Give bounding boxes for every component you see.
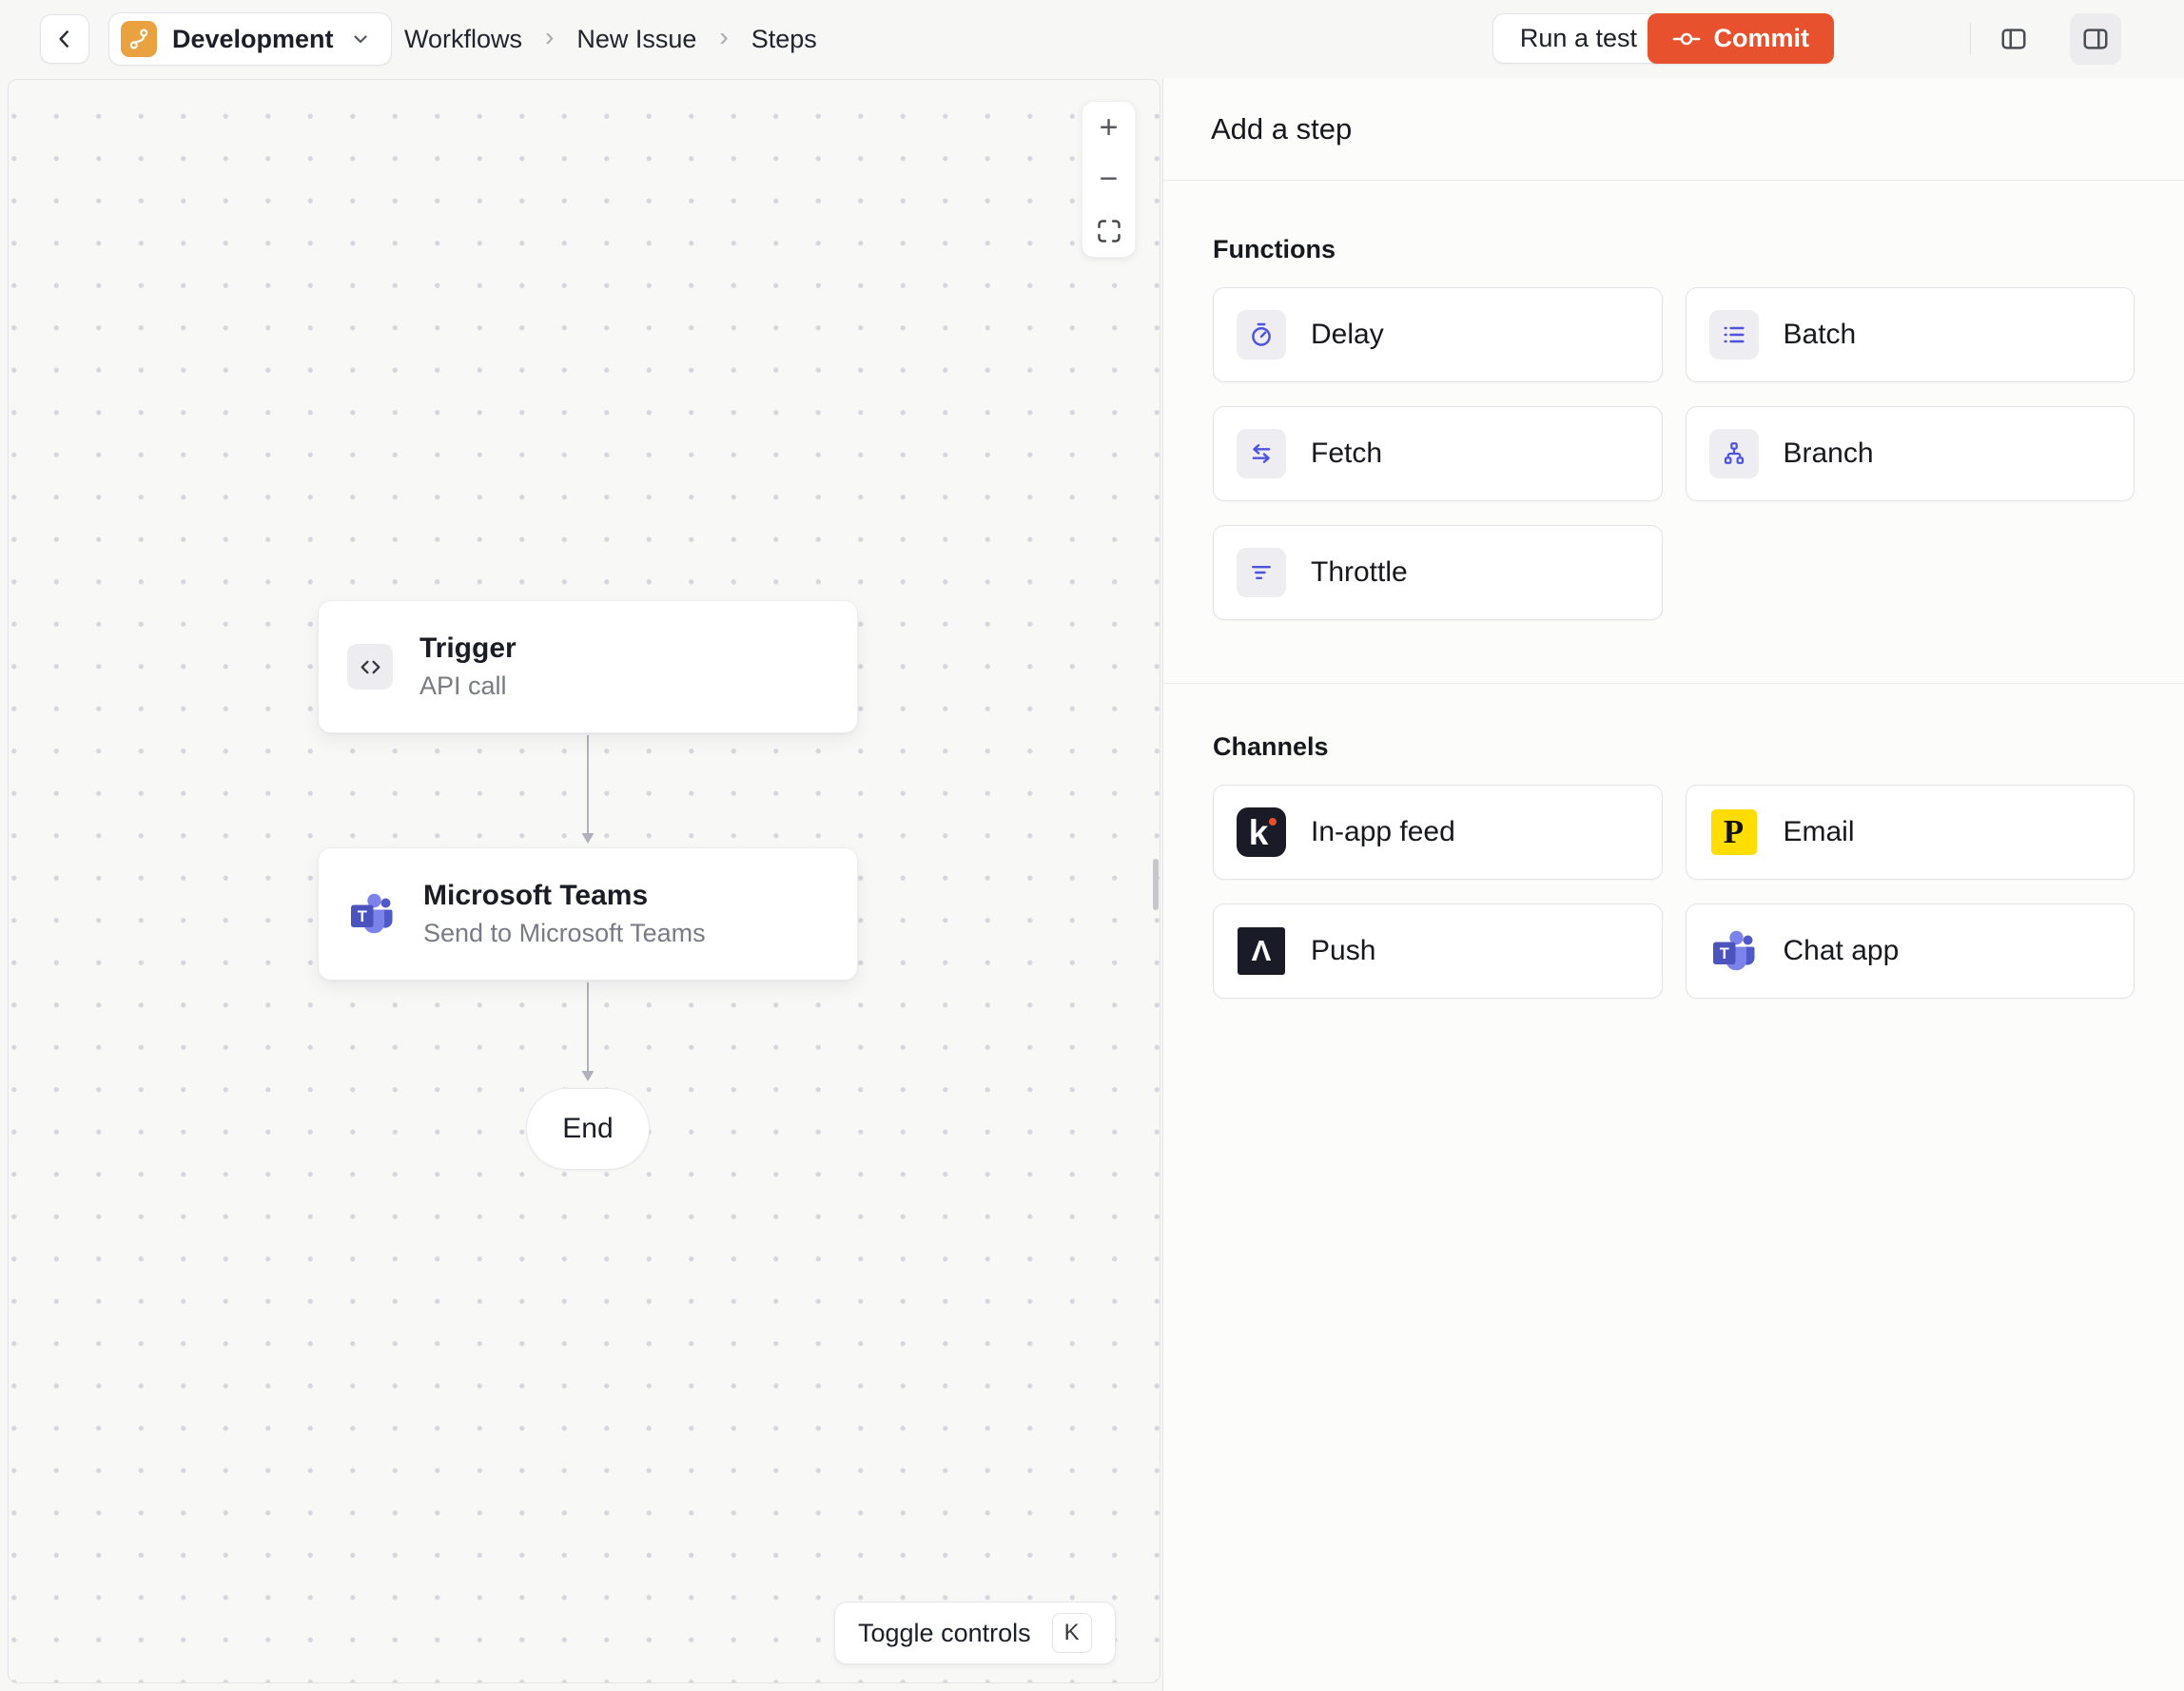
breadcrumb-separator-icon: › bbox=[545, 22, 555, 51]
batch-step-card[interactable]: Batch bbox=[1685, 287, 2135, 382]
step-card-label: In-app feed bbox=[1311, 816, 1455, 847]
zoom-in-button[interactable]: + bbox=[1082, 102, 1135, 153]
ms-teams-icon: T bbox=[347, 889, 397, 939]
fetch-step-card[interactable]: Fetch bbox=[1213, 406, 1663, 501]
add-step-panel: Add a step Functions Delay Batch Fetch B… bbox=[1162, 78, 2184, 1691]
topbar-divider bbox=[1970, 23, 1971, 55]
breadcrumb-steps: Steps bbox=[751, 24, 817, 53]
expo-logo-icon: Λ bbox=[1238, 927, 1285, 975]
toggle-controls-button[interactable]: Toggle controls K bbox=[834, 1602, 1116, 1664]
zoom-controls: + − bbox=[1082, 101, 1136, 258]
step-card-label: Push bbox=[1311, 935, 1376, 966]
run-test-button[interactable]: Run a test bbox=[1492, 13, 1665, 64]
breadcrumb-workflows[interactable]: Workflows bbox=[404, 25, 522, 54]
git-commit-icon bbox=[1672, 25, 1701, 53]
topbar: Development Workflows › New Issue › Step… bbox=[0, 0, 2184, 78]
filter-lines-icon bbox=[1237, 548, 1286, 597]
throttle-step-card[interactable]: Throttle bbox=[1213, 525, 1663, 620]
trigger-node[interactable]: Trigger API call bbox=[318, 600, 858, 733]
ms-teams-icon: T bbox=[1709, 926, 1759, 976]
in-app-feed-card[interactable]: k In-app feed bbox=[1213, 785, 1663, 880]
trigger-node-subtitle: API call bbox=[419, 671, 507, 700]
environment-dropdown[interactable]: Development bbox=[108, 12, 392, 66]
breadcrumb-new-issue[interactable]: New Issue bbox=[576, 25, 696, 54]
knock-dot bbox=[1269, 818, 1277, 826]
functions-section-label: Functions bbox=[1213, 235, 1336, 263]
microsoft-teams-node[interactable]: T Microsoft Teams Send to Microsoft Team… bbox=[318, 847, 858, 981]
email-card[interactable]: P Email bbox=[1685, 785, 2135, 880]
canvas-scrollbar[interactable] bbox=[1153, 859, 1159, 910]
step-card-label: Fetch bbox=[1311, 437, 1383, 469]
step-card-label: Batch bbox=[1783, 319, 1857, 350]
stopwatch-icon bbox=[1237, 310, 1286, 360]
step-card-label: Branch bbox=[1783, 437, 1874, 469]
end-node[interactable]: End bbox=[526, 1088, 650, 1170]
chat-app-card[interactable]: T Chat app bbox=[1685, 904, 2135, 999]
functions-grid: Delay Batch Fetch Branch Throttle bbox=[1213, 287, 2135, 620]
workflow-editor: Development Workflows › New Issue › Step… bbox=[0, 0, 2184, 1691]
list-icon bbox=[1708, 310, 1759, 360]
commit-button[interactable]: Commit bbox=[1647, 13, 1834, 64]
workflow-canvas[interactable]: + − Trigger API call T Microsoft Teams S… bbox=[8, 79, 1160, 1683]
toggle-controls-label: Toggle controls bbox=[858, 1618, 1031, 1647]
step-card-label: Email bbox=[1783, 816, 1855, 847]
step-card-label: Chat app bbox=[1783, 935, 1900, 966]
panel-right-icon bbox=[2081, 25, 2110, 53]
environment-label: Development bbox=[172, 24, 334, 53]
zoom-out-button[interactable]: − bbox=[1082, 153, 1135, 204]
delay-step-card[interactable]: Delay bbox=[1213, 287, 1663, 382]
svg-text:T: T bbox=[1719, 945, 1728, 962]
fit-view-button[interactable] bbox=[1082, 205, 1135, 257]
trigger-node-title: Trigger bbox=[419, 632, 517, 664]
git-branch-icon bbox=[121, 21, 157, 57]
chevron-left-icon bbox=[52, 27, 77, 51]
chevron-down-icon bbox=[349, 28, 372, 50]
hierarchy-icon bbox=[1708, 429, 1759, 478]
branch-step-card[interactable]: Branch bbox=[1685, 406, 2135, 501]
panel-content: Functions Delay Batch Fetch Branch Throt… bbox=[1163, 181, 2184, 999]
panel-title: Add a step bbox=[1211, 111, 1353, 146]
section-divider bbox=[1163, 683, 2184, 684]
toggle-right-panel-button[interactable] bbox=[2070, 13, 2121, 65]
step-card-label: Throttle bbox=[1311, 556, 1408, 588]
channels-section-label: Channels bbox=[1213, 732, 1329, 761]
svg-text:T: T bbox=[358, 908, 367, 925]
channels-grid: k In-app feed P Email Λ Push T Chat app bbox=[1213, 785, 2135, 999]
panel-left-icon bbox=[1999, 25, 2028, 53]
code-icon bbox=[347, 644, 393, 690]
transfer-arrows-icon bbox=[1237, 429, 1286, 478]
step-card-label: Delay bbox=[1311, 319, 1384, 350]
push-card[interactable]: Λ Push bbox=[1213, 904, 1663, 999]
fit-view-icon bbox=[1096, 218, 1122, 244]
teams-node-title: Microsoft Teams bbox=[423, 880, 649, 911]
breadcrumb-separator-icon: › bbox=[719, 22, 729, 51]
panel-header: Add a step bbox=[1163, 78, 2184, 181]
knock-logo-icon: k bbox=[1237, 807, 1286, 857]
back-button[interactable] bbox=[40, 14, 89, 64]
commit-label: Commit bbox=[1713, 24, 1810, 52]
postmark-logo-icon: P bbox=[1710, 809, 1757, 855]
breadcrumb: Workflows › New Issue › Steps bbox=[404, 0, 817, 78]
toggle-left-panel-button[interactable] bbox=[1988, 13, 2039, 65]
keyboard-shortcut-badge: K bbox=[1051, 1613, 1092, 1653]
teams-node-subtitle: Send to Microsoft Teams bbox=[423, 919, 706, 947]
knock-letter: k bbox=[1248, 813, 1269, 852]
